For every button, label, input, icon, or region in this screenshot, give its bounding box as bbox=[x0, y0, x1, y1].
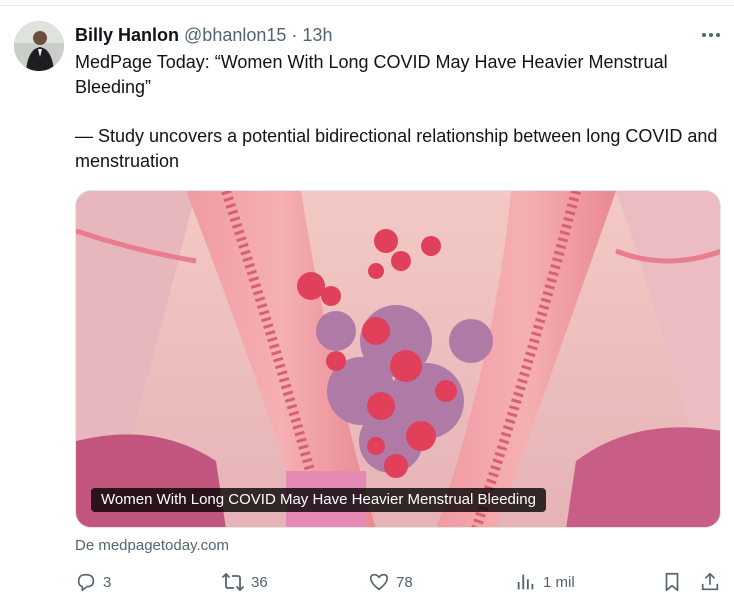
repost-button[interactable]: 36 bbox=[221, 568, 268, 596]
views-button[interactable]: 1 mil bbox=[515, 568, 575, 596]
bookmark-button[interactable] bbox=[661, 568, 683, 596]
tweet-header: Billy Hanlon @bhanlon15 · 13h bbox=[75, 24, 332, 46]
reply-count: 3 bbox=[103, 573, 112, 591]
views-icon bbox=[517, 574, 534, 590]
share-button[interactable] bbox=[699, 568, 721, 596]
link-card-image[interactable]: Women With Long COVID May Have Heavier M… bbox=[75, 190, 721, 528]
reply-button[interactable]: 3 bbox=[75, 568, 111, 596]
like-count: 78 bbox=[396, 573, 413, 591]
tweet-text-headline: MedPage Today: “Women With Long COVID Ma… bbox=[75, 52, 668, 97]
tweet-text: MedPage Today: “Women With Long COVID Ma… bbox=[75, 50, 720, 174]
more-icon bbox=[702, 33, 720, 37]
like-button[interactable]: 78 bbox=[368, 568, 413, 596]
link-source[interactable]: De medpagetoday.com bbox=[75, 537, 229, 555]
tweet-text-summary: — Study uncovers a potential bidirection… bbox=[75, 126, 718, 171]
author-handle[interactable]: @bhanlon15 bbox=[184, 25, 286, 45]
bookmark-icon bbox=[665, 572, 679, 592]
author-name[interactable]: Billy Hanlon bbox=[75, 25, 179, 45]
views-count: 1 mil bbox=[543, 573, 575, 591]
heart-icon bbox=[369, 573, 389, 591]
top-divider bbox=[0, 0, 734, 6]
reply-icon bbox=[77, 573, 95, 592]
repost-count: 36 bbox=[251, 573, 268, 591]
action-bar: 3 36 78 1 mil bbox=[0, 568, 734, 598]
avatar[interactable] bbox=[14, 21, 64, 71]
header-separator: · bbox=[291, 25, 298, 45]
uterus-illustration bbox=[76, 191, 720, 527]
repost-icon bbox=[221, 572, 245, 592]
share-icon bbox=[701, 572, 719, 591]
more-button[interactable] bbox=[698, 23, 724, 47]
avatar-image bbox=[14, 21, 64, 71]
link-card-caption: Women With Long COVID May Have Heavier M… bbox=[91, 488, 546, 512]
tweet-time[interactable]: 13h bbox=[302, 25, 332, 45]
